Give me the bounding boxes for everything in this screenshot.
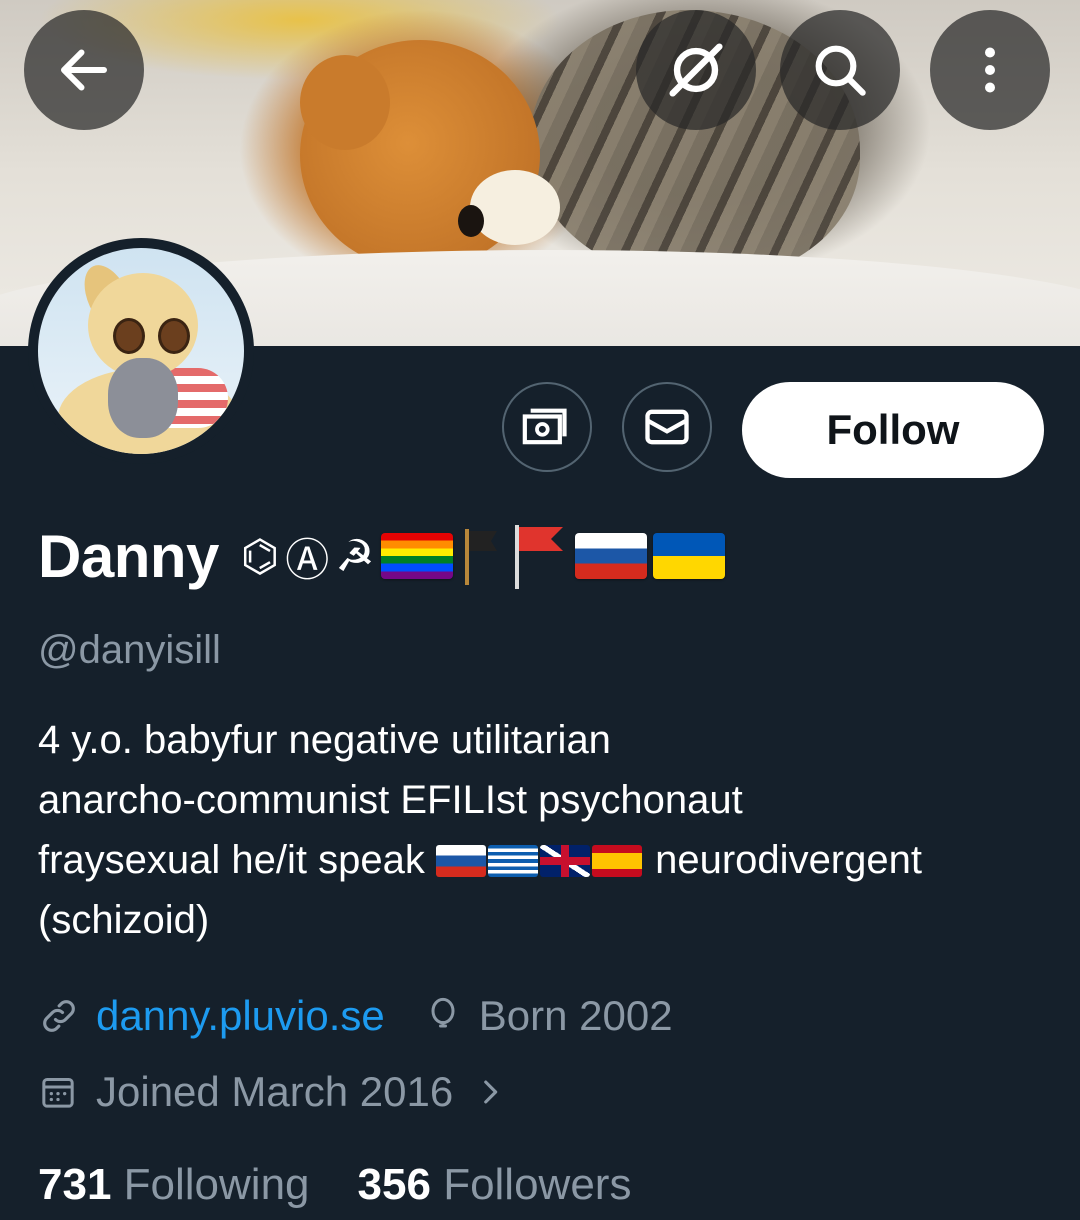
followers-count: 356 xyxy=(357,1160,431,1209)
avatar-wolf-plush xyxy=(108,358,178,438)
envelope-icon xyxy=(645,409,689,445)
follow-counts: 731 Following 356 Followers xyxy=(38,1160,631,1210)
hammer-sickle-emoji: ☭ xyxy=(335,530,375,582)
birth-date: Born 2002 xyxy=(478,992,673,1039)
uk-flag-icon xyxy=(540,845,590,877)
joined-row[interactable]: Joined March 2016 xyxy=(38,1068,507,1116)
russia-flag-icon xyxy=(436,845,486,877)
followers-label: Followers xyxy=(443,1160,632,1209)
banner-teddy-snout xyxy=(470,170,560,245)
hexagon-emoji: ⌬ xyxy=(240,530,280,582)
bio-text: neurodivergent xyxy=(655,838,922,882)
red-flag-icon xyxy=(514,525,563,589)
grok-button[interactable] xyxy=(636,10,756,130)
display-name-row: Danny ⌬ Ⓐ ☭ xyxy=(38,516,725,596)
calendar-icon xyxy=(42,1078,74,1108)
chevron-right-icon xyxy=(484,1080,498,1104)
avatar[interactable] xyxy=(28,238,254,464)
message-button[interactable] xyxy=(622,382,712,472)
russia-flag-icon xyxy=(574,533,647,579)
follow-button[interactable]: Follow xyxy=(742,382,1044,478)
bio-line: (schizoid) xyxy=(38,898,210,942)
bio-line: 4 y.o. babyfur negative utilitarian xyxy=(38,718,611,762)
followers-stat[interactable]: 356 Followers xyxy=(358,1160,632,1210)
bio-text: fraysexual he/it speak xyxy=(38,838,425,882)
arrow-left-icon xyxy=(61,49,107,91)
banner-teddy-eye xyxy=(458,205,484,237)
link-icon xyxy=(43,1000,75,1032)
profile-meta-row: danny.pluvio.se Born 2002 xyxy=(38,992,673,1040)
banner-teddy-ear xyxy=(300,55,390,150)
bio-line: fraysexual he/it speak neurodivergent xyxy=(38,830,1048,890)
avatar-image xyxy=(38,248,244,454)
back-button[interactable] xyxy=(24,10,144,130)
following-stat[interactable]: 731 Following xyxy=(38,1160,310,1210)
spain-flag-icon xyxy=(592,845,642,877)
greece-flag-icon xyxy=(488,845,538,877)
search-button[interactable] xyxy=(780,10,900,130)
black-flag-icon xyxy=(464,529,497,585)
avatar-eye-left xyxy=(113,318,145,354)
balloon-icon xyxy=(431,997,455,1028)
avatar-eye-right xyxy=(158,318,190,354)
tip-button[interactable] xyxy=(502,382,592,472)
following-count: 731 xyxy=(38,1160,112,1209)
website-link[interactable]: danny.pluvio.se xyxy=(96,992,385,1040)
ukraine-flag-icon xyxy=(652,533,725,579)
grok-icon xyxy=(669,43,723,97)
rainbow-flag-icon xyxy=(380,533,453,579)
display-name: Danny xyxy=(38,522,219,590)
username-handle: @danyisill xyxy=(38,628,221,672)
more-button[interactable] xyxy=(930,10,1050,130)
following-label: Following xyxy=(123,1160,310,1209)
anarchy-emoji: Ⓐ xyxy=(285,535,330,586)
joined-date: Joined March 2016 xyxy=(96,1068,454,1115)
bio-line: anarcho-communist EFILIst psychonaut xyxy=(38,778,743,822)
search-icon xyxy=(815,45,866,96)
profile-bio: 4 y.o. babyfur negative utilitarian anar… xyxy=(38,710,1048,950)
money-icon xyxy=(522,408,567,445)
more-vertical-icon xyxy=(985,47,995,93)
